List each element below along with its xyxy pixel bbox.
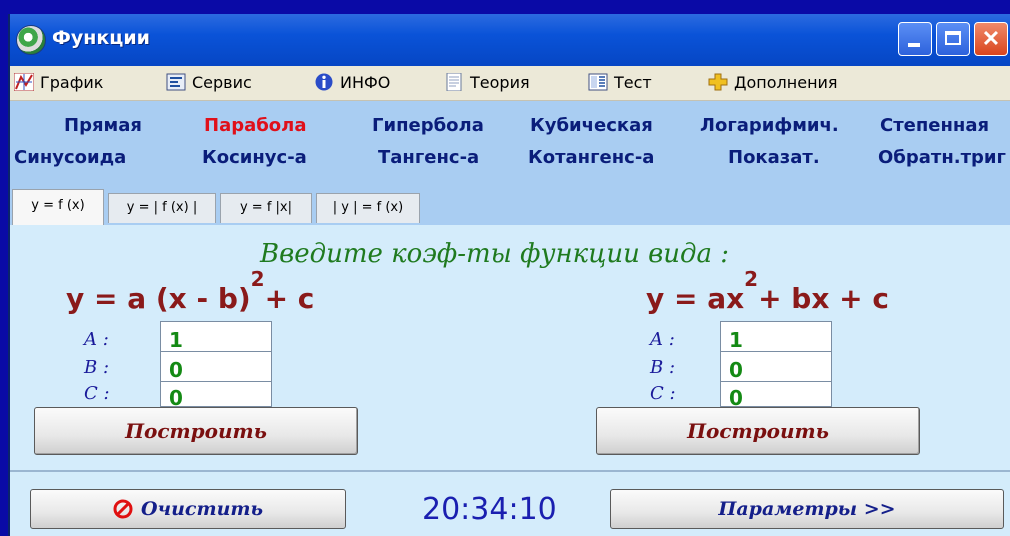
function-link-cubic[interactable]: Кубическая xyxy=(530,115,653,136)
clear-button[interactable]: Очистить xyxy=(30,489,346,529)
window-title: Функции xyxy=(52,27,150,49)
build-button-right[interactable]: Построить xyxy=(596,407,920,455)
menu-item-service[interactable]: Сервис xyxy=(166,71,252,95)
title-bar[interactable]: Функции ✕ xyxy=(10,14,1010,66)
vertex-formula-exponent: 2 xyxy=(250,267,265,291)
tab-f-abs-x[interactable]: y = f |x| xyxy=(220,193,312,223)
standard-formula-tail: + bx + c xyxy=(758,282,889,315)
coefficients-prompt: Введите коэф-ты функции вида : xyxy=(260,239,729,269)
menu-label-theory: Теория xyxy=(470,73,530,92)
function-link-line[interactable]: Прямая xyxy=(64,115,142,136)
function-link-inverse-trig[interactable]: Обратн.триг xyxy=(878,147,1006,168)
chart-icon xyxy=(14,73,34,91)
bottom-bar: Очистить 20:34:10 Параметры >> xyxy=(10,470,1010,536)
test-icon xyxy=(588,73,608,91)
function-link-cosine[interactable]: Косинус-а xyxy=(202,147,307,168)
coef-label-c-right: C : xyxy=(650,383,676,404)
menu-label-test: Тест xyxy=(614,73,652,92)
coef-b-input[interactable]: 0 xyxy=(160,351,272,382)
menu-item-info[interactable]: ИНФО xyxy=(314,71,390,95)
app-icon xyxy=(16,25,46,55)
function-link-cotangent[interactable]: Котангенс-а xyxy=(528,147,654,168)
tab-y-fx[interactable]: y = f (x) xyxy=(12,189,104,225)
coef-c-input-right[interactable]: 0 xyxy=(720,381,832,410)
coef-label-c: C : xyxy=(84,383,110,404)
function-link-sine[interactable]: Синусоида xyxy=(14,147,126,168)
coef-a-input[interactable]: 1 xyxy=(160,321,272,352)
minimize-button[interactable] xyxy=(898,22,932,56)
tab-abs-y[interactable]: | y | = f (x) xyxy=(316,193,420,223)
standard-form-formula: y = ax2+ bx + c xyxy=(646,269,889,315)
tab-strip: y = f (x) y = | f (x) | y = f |x| | y | … xyxy=(10,189,1010,226)
menu-label-addons: Дополнения xyxy=(734,73,838,92)
no-entry-icon xyxy=(113,499,133,519)
menu-label-info: ИНФО xyxy=(340,73,391,92)
coef-label-a-right: A : xyxy=(650,329,675,350)
menu-item-test[interactable]: Тест xyxy=(588,71,652,95)
info-icon xyxy=(315,73,333,91)
clear-button-label: Очистить xyxy=(140,498,264,520)
function-link-exponential[interactable]: Показат. xyxy=(728,147,820,168)
standard-formula-base: y = ax xyxy=(646,282,745,315)
menu-label-service: Сервис xyxy=(192,73,252,92)
function-link-power[interactable]: Степенная xyxy=(880,115,989,136)
coef-c-input[interactable]: 0 xyxy=(160,381,272,410)
maximize-button[interactable] xyxy=(936,22,970,56)
service-icon xyxy=(166,73,186,91)
vertex-formula-base: y = a (x - b) xyxy=(66,282,251,315)
coef-label-a: A : xyxy=(84,329,109,350)
vertex-formula-tail: + c xyxy=(264,282,315,315)
menu-item-theory[interactable]: Теория xyxy=(444,71,530,95)
menu-bar: График Сервис ИНФО Теория Тест Дополнени… xyxy=(10,66,1010,101)
close-icon: ✕ xyxy=(981,26,1001,51)
menu-label-chart: График xyxy=(40,73,104,92)
close-button[interactable]: ✕ xyxy=(974,22,1008,56)
clock-display: 20:34:10 xyxy=(422,492,557,527)
addons-icon xyxy=(708,73,728,91)
minimize-icon xyxy=(908,43,920,47)
vertex-form-formula: y = a (x - b)2+ c xyxy=(66,269,315,315)
coef-label-b: B : xyxy=(84,357,110,378)
tab-abs-fx[interactable]: y = | f (x) | xyxy=(108,193,216,223)
build-button-left[interactable]: Построить xyxy=(34,407,358,455)
maximize-icon xyxy=(945,31,961,45)
coef-label-b-right: B : xyxy=(650,357,676,378)
app-window: Функции ✕ График Сервис ИНФО Теория Тест… xyxy=(8,14,1010,536)
coef-a-input-right[interactable]: 1 xyxy=(720,321,832,352)
function-link-parabola[interactable]: Парабола xyxy=(204,115,307,136)
standard-formula-exponent: 2 xyxy=(744,267,759,291)
function-panel: Прямая Парабола Гипербола Кубическая Лог… xyxy=(10,101,1010,189)
coefficients-panel: Введите коэф-ты функции вида : y = a (x … xyxy=(10,225,1010,470)
theory-icon xyxy=(446,73,462,91)
parameters-button[interactable]: Параметры >> xyxy=(610,489,1004,529)
function-link-hyperbola[interactable]: Гипербола xyxy=(372,115,484,136)
coef-b-input-right[interactable]: 0 xyxy=(720,351,832,382)
menu-item-chart[interactable]: График xyxy=(14,71,103,95)
function-link-log[interactable]: Логарифмич. xyxy=(700,115,839,136)
menu-item-addons[interactable]: Дополнения xyxy=(708,71,838,95)
function-link-tangent[interactable]: Тангенс-а xyxy=(378,147,479,168)
